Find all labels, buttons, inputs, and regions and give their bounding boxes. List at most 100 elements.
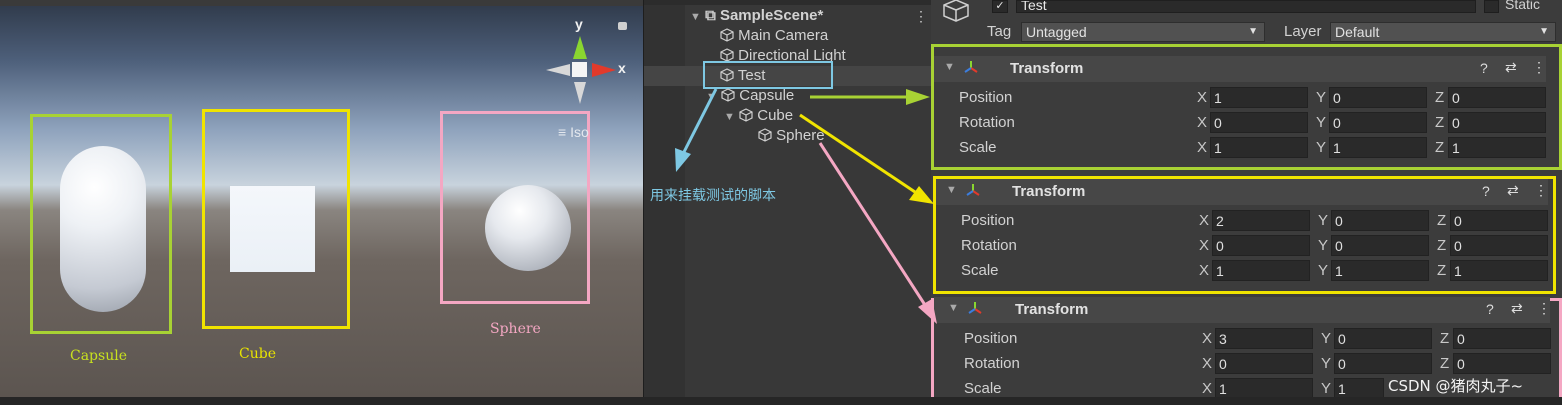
axis-y-label: Y (1316, 114, 1327, 131)
hierarchy-header-strip (644, 0, 931, 5)
component-menu-icon[interactable]: ⋮ (1532, 59, 1546, 76)
rotation-x-field[interactable]: 0 (1212, 235, 1310, 256)
help-icon[interactable]: ? (1480, 60, 1488, 76)
axis-z-label: Z (1440, 330, 1450, 347)
rotation-y-field[interactable]: 0 (1329, 112, 1427, 133)
test-annotation: 用来挂载测试的脚本 (650, 188, 776, 204)
rotation-z-field[interactable]: 0 (1450, 235, 1548, 256)
layer-dropdown[interactable]: Default ▼ (1330, 22, 1556, 42)
rotation-z-field[interactable]: 0 (1448, 112, 1546, 133)
scale-x-field[interactable]: 1 (1215, 378, 1313, 399)
expand-arrow-icon[interactable]: ▼ (944, 61, 955, 73)
cube-caption: Cube (239, 346, 276, 362)
chevron-down-icon: ▼ (1539, 26, 1549, 37)
axis-x-label: X (1202, 355, 1213, 372)
scale-x-field[interactable]: 1 (1210, 137, 1308, 158)
position-label: Position (961, 212, 1015, 229)
expand-arrow-icon[interactable]: ▼ (706, 91, 717, 103)
position-z-field[interactable]: 0 (1453, 328, 1551, 349)
axis-y-label: Y (1321, 355, 1332, 372)
transform-title: Transform (1010, 60, 1084, 77)
transform-title: Transform (1015, 301, 1089, 318)
layer-label: Layer (1284, 23, 1322, 40)
tag-label: Tag (987, 23, 1012, 40)
rotation-z-field[interactable]: 0 (1453, 353, 1551, 374)
rotation-label: Rotation (961, 237, 1017, 254)
position-z-field[interactable]: 0 (1448, 87, 1546, 108)
transform-icon (962, 59, 980, 82)
object-name-field[interactable]: Test (1016, 0, 1476, 13)
gameobject-icon (739, 108, 753, 122)
position-label: Position (959, 89, 1013, 106)
projection-label: Iso (570, 124, 589, 140)
help-icon[interactable]: ? (1482, 183, 1490, 199)
preset-icon[interactable]: ⇄ (1511, 300, 1523, 317)
lock-icon[interactable] (618, 22, 627, 30)
position-x-field[interactable]: 3 (1215, 328, 1313, 349)
rotation-y-field[interactable]: 0 (1331, 235, 1429, 256)
position-y-field[interactable]: 0 (1331, 210, 1429, 231)
position-x-field[interactable]: 1 (1210, 87, 1308, 108)
preset-icon[interactable]: ⇄ (1507, 182, 1519, 199)
position-y-field[interactable]: 0 (1329, 87, 1427, 108)
axis-x-label: X (1197, 139, 1208, 156)
scene-view[interactable]: Capsule Cube Sphere y x ≡ Iso (0, 0, 643, 397)
hierarchy-item-label: Cube (757, 107, 794, 124)
cube-highlight-box (202, 109, 350, 329)
rotation-x-field[interactable]: 0 (1215, 353, 1313, 374)
chevron-down-icon: ▼ (1248, 26, 1258, 37)
component-menu-icon[interactable]: ⋮ (1534, 182, 1548, 199)
bottom-status-strip (0, 397, 1562, 405)
position-z-field[interactable]: 0 (1450, 210, 1548, 231)
axis-y-label: Y (1316, 139, 1327, 156)
scale-x-field[interactable]: 1 (1212, 260, 1310, 281)
axis-y-label: Y (1318, 212, 1329, 229)
hierarchy-item-capsule[interactable]: ▼ Capsule (706, 87, 794, 104)
position-x-field[interactable]: 2 (1212, 210, 1310, 231)
projection-toggle[interactable]: ≡ Iso (558, 124, 589, 140)
gizmo-y-label: y (575, 16, 583, 32)
gameobject-icon (720, 48, 734, 62)
axis-z-label: Z (1440, 355, 1450, 372)
expand-arrow-icon[interactable]: ▼ (724, 111, 735, 123)
axis-z-label: Z (1437, 262, 1447, 279)
static-checkbox[interactable] (1484, 0, 1499, 13)
transform-title: Transform (1012, 183, 1086, 200)
scale-label: Scale (961, 262, 999, 279)
scale-y-field[interactable]: 1 (1334, 378, 1384, 399)
axis-z-label: Z (1435, 114, 1445, 131)
scale-y-field[interactable]: 1 (1331, 260, 1429, 281)
axis-x-label: X (1197, 114, 1208, 131)
tag-dropdown[interactable]: Untagged ▼ (1021, 22, 1265, 42)
rotation-label: Rotation (964, 355, 1020, 372)
hierarchy-item-label: Capsule (739, 87, 795, 104)
scene-menu-icon[interactable]: ⋮ (914, 8, 928, 25)
expand-arrow-icon[interactable]: ▼ (690, 11, 701, 23)
scene-name: SampleScene* (719, 7, 824, 24)
scene-root-row[interactable]: ▼ ⧉ SampleScene* (690, 7, 823, 24)
rotation-y-field[interactable]: 0 (1334, 353, 1432, 374)
position-y-field[interactable]: 0 (1334, 328, 1432, 349)
scene-toolbar (0, 0, 643, 6)
active-checkbox[interactable]: ✓ (992, 0, 1008, 13)
scale-z-field[interactable]: 1 (1448, 137, 1546, 158)
sphere-caption: Sphere (490, 321, 541, 337)
gameobject-icon (758, 128, 772, 142)
expand-arrow-icon[interactable]: ▼ (948, 302, 959, 314)
hierarchy-item-cube[interactable]: ▼ Cube (724, 107, 793, 124)
axis-z-label: Z (1435, 89, 1445, 106)
object-name-value: Test (1021, 0, 1047, 13)
hierarchy-item-main-camera[interactable]: Main Camera (720, 27, 828, 44)
scale-y-field[interactable]: 1 (1329, 137, 1427, 158)
rotation-x-field[interactable]: 0 (1210, 112, 1308, 133)
component-menu-icon[interactable]: ⋮ (1537, 300, 1551, 317)
scale-z-field[interactable]: 1 (1450, 260, 1548, 281)
hierarchy-item-label: Sphere (776, 127, 825, 144)
gameobject-large-icon (941, 0, 973, 24)
help-icon[interactable]: ? (1486, 301, 1494, 317)
expand-arrow-icon[interactable]: ▼ (946, 184, 957, 196)
hierarchy-item-sphere[interactable]: Sphere (758, 127, 825, 144)
position-label: Position (964, 330, 1018, 347)
axis-z-label: Z (1435, 139, 1445, 156)
preset-icon[interactable]: ⇄ (1505, 59, 1517, 76)
